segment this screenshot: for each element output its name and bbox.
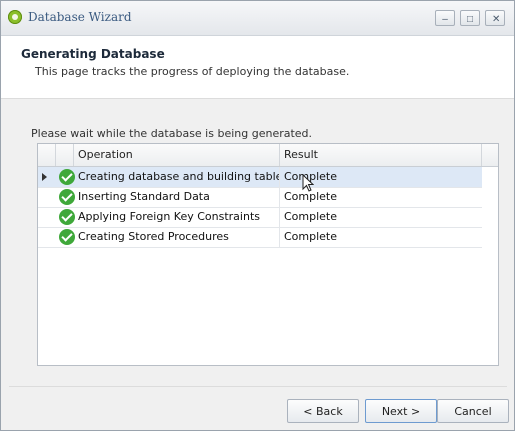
check-circle-icon bbox=[59, 169, 75, 185]
operation-cell: Inserting Standard Data bbox=[74, 187, 280, 207]
operation-cell: Applying Foreign Key Constraints bbox=[74, 207, 280, 227]
page-subtitle: This page tracks the progress of deployi… bbox=[35, 65, 350, 78]
footer-divider bbox=[9, 386, 507, 387]
row-pointer-icon bbox=[42, 173, 47, 181]
title-bar[interactable]: Database Wizard – □ ✕ bbox=[1, 1, 514, 36]
mouse-cursor-icon bbox=[302, 174, 314, 192]
operation-cell: Creating Stored Procedures bbox=[74, 227, 280, 247]
next-button[interactable]: Next > bbox=[365, 399, 437, 423]
app-logo-icon bbox=[8, 10, 22, 24]
operation-cell: Creating database and building tables bbox=[74, 167, 280, 187]
indicator-column-header bbox=[38, 144, 56, 166]
minimize-button[interactable]: – bbox=[435, 10, 455, 26]
grid-header: Operation Result bbox=[38, 144, 498, 167]
table-row[interactable]: Creating Stored Procedures Complete bbox=[38, 227, 482, 248]
wizard-window: Database Wizard – □ ✕ Generating Databas… bbox=[0, 0, 515, 431]
status-prompt: Please wait while the database is being … bbox=[31, 127, 313, 140]
table-row[interactable]: Creating database and building tables Com… bbox=[38, 167, 482, 188]
back-button[interactable]: < Back bbox=[287, 399, 359, 423]
cancel-button[interactable]: Cancel bbox=[437, 399, 509, 423]
check-circle-icon bbox=[59, 209, 75, 225]
result-cell: Complete bbox=[284, 210, 338, 223]
page-title: Generating Database bbox=[21, 47, 165, 61]
table-row[interactable]: Applying Foreign Key Constraints Complete bbox=[38, 207, 482, 228]
result-cell: Complete bbox=[284, 230, 338, 243]
check-circle-icon bbox=[59, 189, 75, 205]
maximize-button[interactable]: □ bbox=[460, 10, 480, 26]
wizard-header: Generating Database This page tracks the… bbox=[1, 36, 514, 99]
status-column-header bbox=[56, 144, 74, 166]
check-circle-icon bbox=[59, 229, 75, 245]
close-button[interactable]: ✕ bbox=[485, 10, 505, 26]
column-header-operation[interactable]: Operation bbox=[74, 144, 280, 166]
window-title: Database Wizard bbox=[28, 10, 132, 24]
table-row[interactable]: Inserting Standard Data Complete bbox=[38, 187, 482, 208]
column-header-result[interactable]: Result bbox=[280, 144, 482, 166]
operations-grid[interactable]: Operation Result Creating database and b… bbox=[37, 143, 499, 366]
